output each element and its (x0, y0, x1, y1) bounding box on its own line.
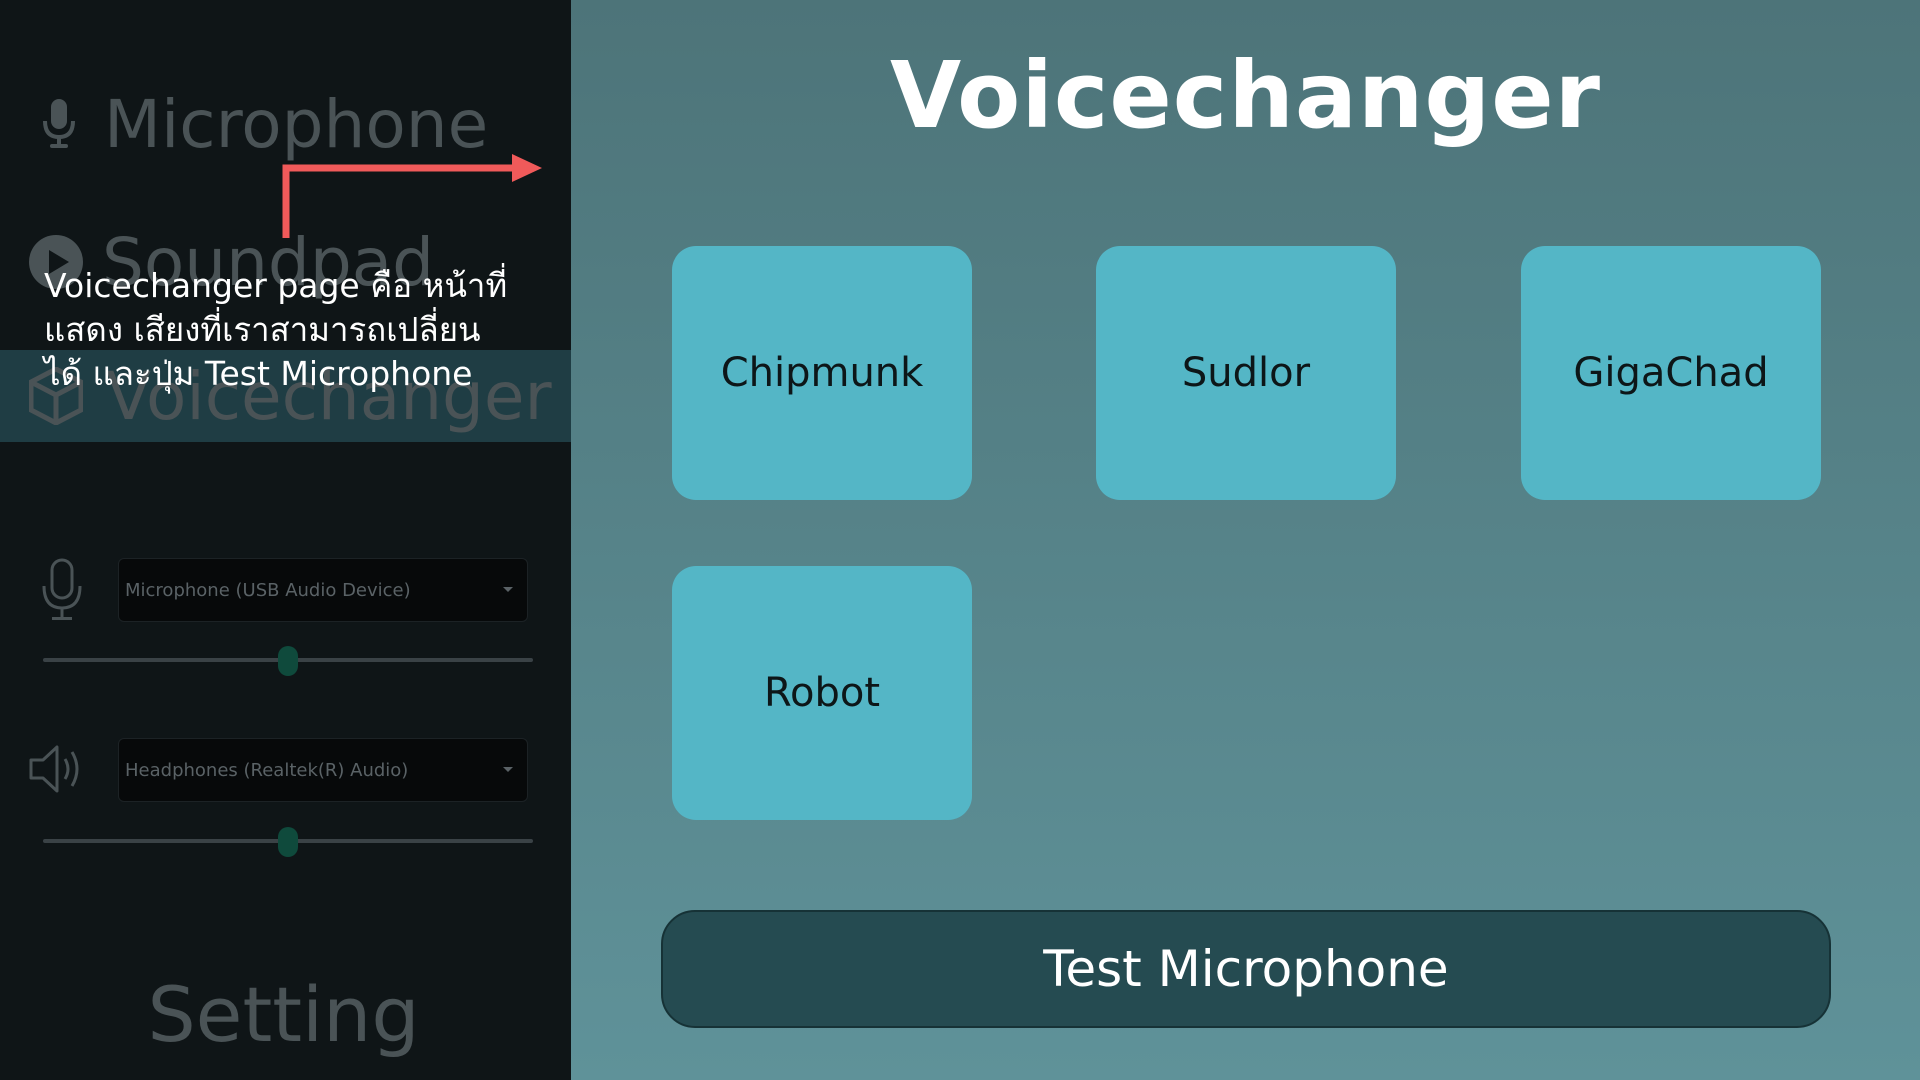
voice-card-label: Robot (763, 670, 880, 716)
annotation-line: แสดง เสียงที่เราสามารถเปลี่ยน (44, 310, 481, 349)
microphone-outline-icon (36, 556, 88, 624)
slider-thumb[interactable] (278, 646, 298, 676)
test-microphone-button[interactable]: Test Microphone (661, 910, 1831, 1028)
voice-card-label: Sudlor (1181, 350, 1311, 396)
annotation-line: Voicechanger page คือ หน้าที่ (44, 266, 508, 305)
output-device-value: Headphones (Realtek(R) Audio) (125, 759, 409, 781)
annotation-line: ได้ และปุ่ม Test Microphone (44, 354, 473, 393)
slider-thumb[interactable] (278, 827, 298, 857)
voice-card-chipmunk[interactable]: Chipmunk (672, 246, 972, 500)
voice-card-sudlor[interactable]: Sudlor (1096, 246, 1396, 500)
speaker-icon (26, 738, 88, 800)
voice-card-label: Chipmunk (720, 350, 924, 396)
page-title: Voicechanger (889, 42, 1602, 149)
main-panel: Voicechanger Chipmunk Sudlor GigaChad Ro… (571, 0, 1920, 1080)
chevron-down-icon (503, 587, 513, 592)
annotation-arrow (282, 154, 542, 238)
input-device-value: Microphone (USB Audio Device) (125, 579, 411, 601)
chevron-down-icon (503, 767, 513, 772)
microphone-icon (34, 99, 84, 149)
output-volume-slider[interactable] (43, 826, 533, 857)
voice-card-robot[interactable]: Robot (672, 566, 972, 820)
output-device-select[interactable]: Headphones (Realtek(R) Audio) (118, 738, 528, 802)
input-volume-slider[interactable] (43, 645, 533, 676)
voice-card-label: GigaChad (1573, 350, 1769, 396)
nav-item-setting[interactable]: Setting (0, 970, 571, 1059)
annotation-text: Voicechanger page คือ หน้าที่ แสดง เสียง… (44, 264, 544, 396)
test-microphone-label: Test Microphone (1043, 940, 1449, 998)
input-device-select[interactable]: Microphone (USB Audio Device) (118, 558, 528, 622)
voice-card-gigachad[interactable]: GigaChad (1521, 246, 1821, 500)
